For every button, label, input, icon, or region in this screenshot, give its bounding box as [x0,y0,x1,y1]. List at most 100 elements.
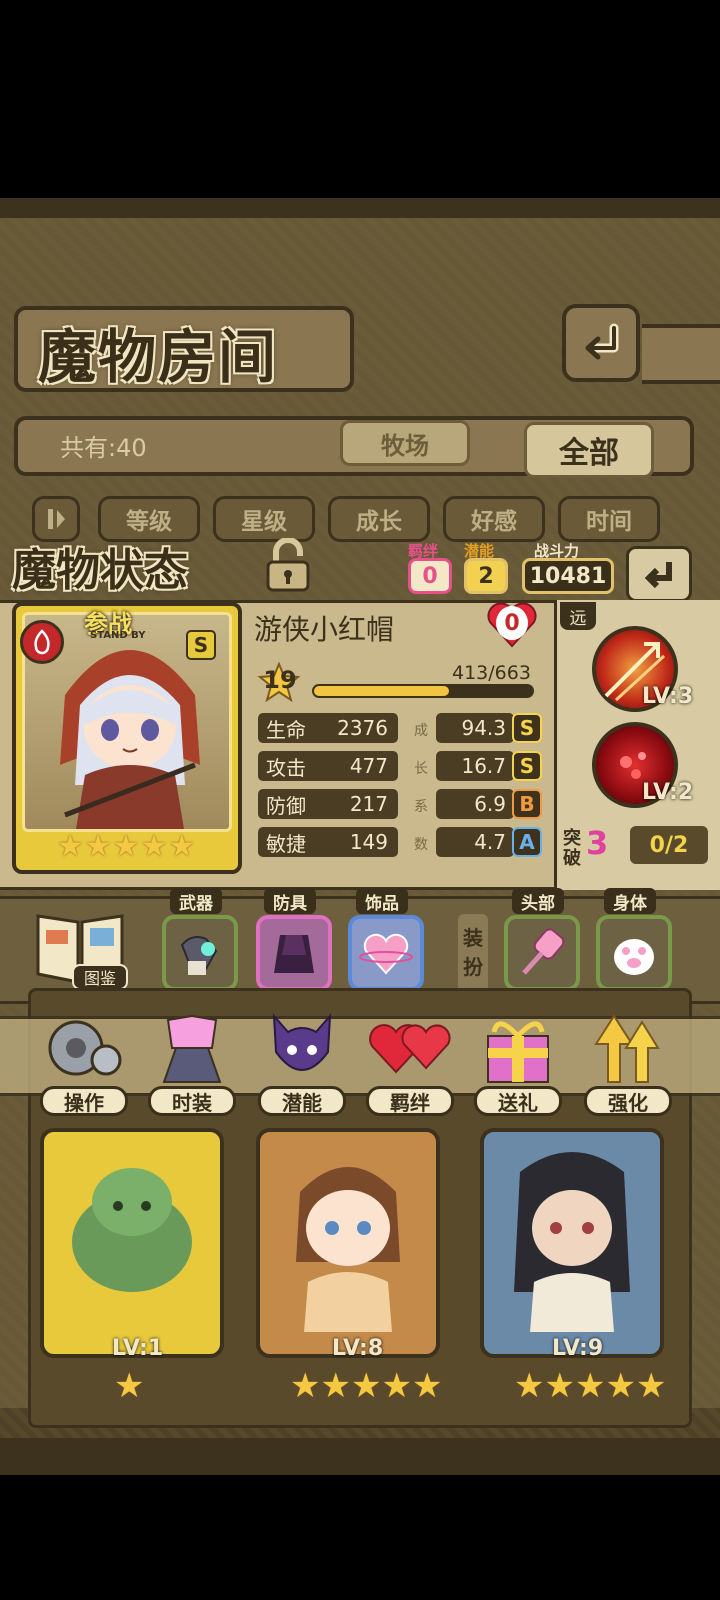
growth-char: 系 [414,799,428,815]
character-name: 游侠小红帽 [254,613,395,646]
star-icon: ★ [514,1366,545,1406]
lock-button[interactable] [258,537,318,594]
heart-icon [359,933,413,975]
monster-card-1[interactable] [40,1128,224,1358]
monster-count: 共有:40 [60,434,147,462]
grade-attack: S [512,751,542,781]
skill-1-level: LV:3 [642,684,694,709]
action-bond[interactable]: 羁绊 [366,1008,454,1118]
star-rating: ★ ★ ★ ★ ★ [57,829,196,866]
star-icon: ★ [168,829,196,864]
sort-affection-button[interactable]: 好感 [443,496,545,542]
grade-hp: S [512,713,542,743]
action-label: 操作 [40,1086,128,1116]
stat-value: 2376 [337,716,388,740]
hearts-icon [369,1024,451,1074]
fire-icon [34,629,50,655]
title-bar-extension [642,324,720,384]
star-icon: ★ [635,1366,667,1406]
top-border [0,198,720,218]
dressup-char: 扮 [463,955,483,979]
slot-armor[interactable] [256,915,332,991]
action-label: 潜能 [258,1086,346,1116]
slot-head[interactable] [504,915,580,991]
status-back-button[interactable] [626,546,692,602]
shadow-demon-icon [272,1013,332,1071]
padlock-icon [266,537,310,592]
monster-portrait [72,1168,192,1292]
monster-portrait [296,1167,400,1332]
growth-attack: 16.7 [436,751,514,781]
bottom-border [0,1438,720,1475]
dressup-char: 装 [463,926,483,950]
action-label: 时装 [148,1086,236,1116]
breakthrough-progress[interactable]: 0/2 [630,826,708,864]
glove-icon [180,936,218,975]
slot-accessory[interactable] [348,915,424,991]
action-label: 羁绊 [366,1086,454,1116]
exp-value: 413/663 [452,662,531,684]
action-costume[interactable]: 时装 [148,1008,236,1118]
slot-body[interactable] [596,915,672,991]
star-icon: ★ [290,1366,321,1406]
element-badge [20,620,64,664]
exp-bar [312,684,534,698]
star-icon: ★ [84,829,112,864]
growth-hp: 94.3 [436,713,514,743]
monster-card-3-stars: ★★★★★ [514,1366,666,1406]
level-value: 19 [263,666,297,694]
codex-label: 图鉴 [72,964,128,990]
exp-bar-fill [314,686,450,696]
bond-value: 0 [408,558,452,594]
cloak-icon [274,935,314,973]
slot-weapon[interactable] [162,915,238,991]
action-potential[interactable]: 潜能 [258,1008,346,1118]
slot-label-accessory: 饰品 [356,888,408,914]
growth-agility: 4.7 [436,827,514,857]
monster-card-3-level: LV:9 [552,1336,604,1361]
star-icon: ★ [574,1366,606,1406]
star-icon: ★ [381,1366,412,1406]
tab-ranch[interactable]: 牧场 [340,420,470,466]
sort-growth-button[interactable]: 成长 [328,496,430,542]
growth-char: 成 [414,723,428,739]
monster-card-2-level: LV:8 [332,1336,384,1361]
slot-label-armor: 防具 [264,888,316,914]
game-screen: 魔物房间 共有:40 牧场 全部 等级 星级 成长 好感 时间 魔物状态 羁绊 … [0,198,720,1475]
action-enhance[interactable]: 强化 [584,1008,672,1118]
star-icon: ★ [350,1366,382,1406]
action-gift[interactable]: 送礼 [474,1008,562,1118]
slot-label-head: 头部 [512,888,564,914]
stat-label: 敏捷 [266,831,306,856]
upgrade-arrows-icon [594,1014,660,1083]
potential-value: 2 [464,558,508,594]
grade-defense: B [512,789,542,819]
stat-label: 攻击 [266,755,306,780]
growth-defense: 6.9 [436,789,514,819]
standby-sub: STAND BY [90,630,146,641]
slot-label-body: 身体 [604,888,656,914]
sort-star-button[interactable]: 星级 [213,496,315,542]
stat-agility: 敏捷 149 [258,827,398,857]
tab-all[interactable]: 全部 [524,422,654,478]
action-label: 送礼 [474,1086,562,1116]
grade-agility: A [512,827,542,857]
stat-value: 149 [349,830,388,854]
back-button[interactable] [562,304,640,382]
growth-char: 数 [414,837,428,853]
sort-time-button[interactable]: 时间 [558,496,660,542]
stat-label: 生命 [266,717,306,742]
breakthrough-value: 3 [586,824,609,862]
stat-label: 防御 [266,793,306,818]
star-icon: ★ [140,829,168,864]
monster-card-1-level: LV:1 [112,1336,164,1361]
stat-value: 477 [349,754,388,778]
monster-card-2-stars: ★★★★★ [290,1366,442,1406]
monster-card-3[interactable] [480,1128,664,1358]
sort-order-icon [48,509,65,529]
gift-icon [487,1021,549,1083]
stat-defense: 防御 217 [258,789,398,819]
monster-card-2[interactable] [256,1128,440,1358]
action-operate[interactable]: 操作 [40,1008,128,1118]
star-icon: ★ [544,1366,575,1406]
